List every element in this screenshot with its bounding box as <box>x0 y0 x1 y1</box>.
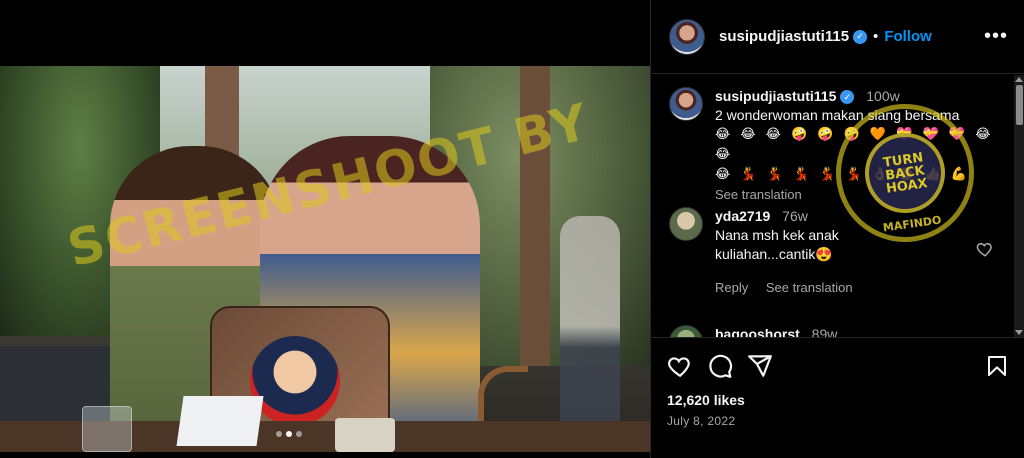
carousel-dot-active <box>286 431 292 437</box>
caption-age[interactable]: 100w <box>866 88 899 104</box>
verified-badge-icon: ✓ <box>840 90 855 105</box>
comment-username[interactable]: yda2719 <box>715 208 770 224</box>
avatar[interactable] <box>669 207 703 241</box>
carousel-dot <box>276 431 282 437</box>
comment-text: kuliahan...cantik😍 <box>715 246 833 262</box>
post-photo[interactable] <box>0 66 650 452</box>
share-send-icon[interactable] <box>747 353 773 379</box>
carousel-dot <box>296 431 302 437</box>
follow-button[interactable]: Follow <box>884 28 932 45</box>
header-separator: • <box>873 28 879 45</box>
avatar[interactable] <box>669 87 703 121</box>
scroll-down-arrow-icon[interactable] <box>1015 330 1023 335</box>
like-heart-icon[interactable] <box>667 353 693 379</box>
post-actions: 12,620 likes July 8, 2022 <box>651 337 1024 428</box>
comment-age[interactable]: 76w <box>782 208 808 224</box>
post-date[interactable]: July 8, 2022 <box>667 414 1009 428</box>
comment-username[interactable]: bagooshorst <box>715 326 800 337</box>
see-translation-link[interactable]: See translation <box>715 187 802 202</box>
post-media <box>0 0 650 458</box>
scrollbar-thumb[interactable] <box>1016 85 1023 125</box>
more-options-icon[interactable]: ••• <box>984 25 1008 48</box>
comment-text: Nana msh kek anak <box>715 227 839 243</box>
bookmark-icon[interactable] <box>985 354 1009 378</box>
header-username[interactable]: susipudjiastuti115 <box>719 28 849 45</box>
scroll-up-arrow-icon[interactable] <box>1015 77 1023 82</box>
carousel-dots <box>276 431 302 437</box>
avatar[interactable] <box>669 18 705 55</box>
post-side-panel: susipudjiastuti115 ✓ • Follow ••• susipu… <box>650 0 1024 458</box>
post-header: susipudjiastuti115 ✓ • Follow ••• <box>651 0 1024 74</box>
comment-age[interactable]: 89w <box>812 326 838 337</box>
verified-badge-icon: ✓ <box>853 29 868 44</box>
caption-username[interactable]: susipudjiastuti115 <box>715 88 836 104</box>
instagram-post: susipudjiastuti115 ✓ • Follow ••• susipu… <box>0 0 1024 458</box>
action-icons <box>667 338 1009 394</box>
avatar[interactable] <box>669 325 703 337</box>
see-translation-link[interactable]: See translation <box>766 280 853 295</box>
comment-item: yda2719 76w Nana msh kek anak kuliahan..… <box>669 207 867 297</box>
like-comment-heart-icon[interactable] <box>976 240 994 258</box>
likes-count[interactable]: 12,620 likes <box>667 392 1009 408</box>
reply-link[interactable]: Reply <box>715 280 748 295</box>
comments-scrollbar[interactable] <box>1014 75 1024 337</box>
comment-item: bagooshorst 89w <box>669 325 837 337</box>
comment-bubble-icon[interactable] <box>707 353 733 379</box>
